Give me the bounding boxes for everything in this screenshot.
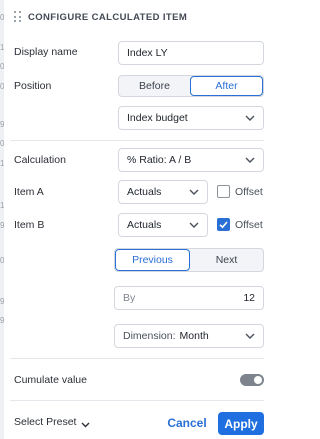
edge-char: 1 [0,202,4,210]
item-b-label: Item B [14,219,45,231]
offset-by-input[interactable]: By 12 [114,286,264,310]
section-divider [10,358,264,359]
offset-direction-toggle[interactable]: Previous Next [114,248,264,272]
offset-by-value: 12 [243,292,255,304]
cumulate-toggle[interactable] [240,374,264,386]
toggle-knob [254,376,262,384]
chevron-down-icon [245,115,255,121]
checkmark-icon [219,221,228,229]
item-b-offset-checkbox[interactable] [217,218,230,231]
item-b-offset-label: Offset [235,219,263,231]
position-after-option[interactable]: After [190,76,263,96]
item-a-label: Item A [14,186,44,198]
calculation-label: Calculation [14,154,66,166]
chevron-down-icon [81,419,90,428]
edge-char: 9 [0,121,4,129]
item-b-select[interactable]: Actuals [118,213,208,237]
display-name-input[interactable]: Index LY [118,41,264,65]
item-a-offset-label: Offset [235,186,263,198]
item-a-value: Actuals [127,186,162,198]
panel-title: CONFIGURE CALCULATED ITEM [28,11,188,23]
offset-dimension-select[interactable]: Dimension: Month [114,324,264,348]
left-edge-strip: 0 1 0 0 9 0 1 1 9 0 9 9 [0,0,4,439]
section-divider [10,140,264,141]
select-preset-button[interactable]: Select Preset [14,416,90,428]
offset-previous-option[interactable]: Previous [115,249,190,271]
display-name-value: Index LY [127,47,168,59]
edge-char: 0 [0,140,4,148]
cumulate-label: Cumulate value [14,374,87,386]
calculation-select[interactable]: % Ratio: A / B [118,148,264,172]
chevron-down-icon [189,222,199,228]
edge-char: 0 [0,63,4,71]
drag-handle-icon[interactable] [14,11,22,23]
edge-char: 0 [0,14,4,22]
offset-next-option[interactable]: Next [190,249,263,271]
edge-char: 0 [0,257,4,265]
item-b-value: Actuals [127,219,162,231]
edge-char: 0 [0,83,4,91]
calculation-value: % Ratio: A / B [127,154,192,166]
position-before-option[interactable]: Before [119,76,190,96]
position-reference-select[interactable]: Index budget [118,106,264,130]
dimension-value: Month [179,330,209,342]
position-reference-value: Index budget [127,112,188,124]
item-a-offset-checkbox[interactable] [217,185,230,198]
panel-header: CONFIGURE CALCULATED ITEM [14,9,187,25]
offset-by-label: By [123,292,136,304]
edge-char: 1 [0,44,4,52]
position-label: Position [14,80,52,92]
apply-button[interactable]: Apply [218,412,264,435]
edge-char: 9 [0,298,4,306]
item-a-select[interactable]: Actuals [118,180,208,204]
chevron-down-icon [245,333,255,339]
edge-char: 9 [0,222,4,230]
edge-char: 9 [0,317,4,325]
select-preset-label: Select Preset [14,416,77,428]
dimension-label: Dimension: [123,330,176,342]
display-name-label: Display name [14,46,78,58]
edge-char: 1 [0,160,4,168]
footer-divider [10,400,264,401]
chevron-down-icon [245,157,255,163]
chevron-down-icon [189,189,199,195]
cancel-button[interactable]: Cancel [162,412,212,434]
position-toggle[interactable]: Before After [118,75,264,97]
